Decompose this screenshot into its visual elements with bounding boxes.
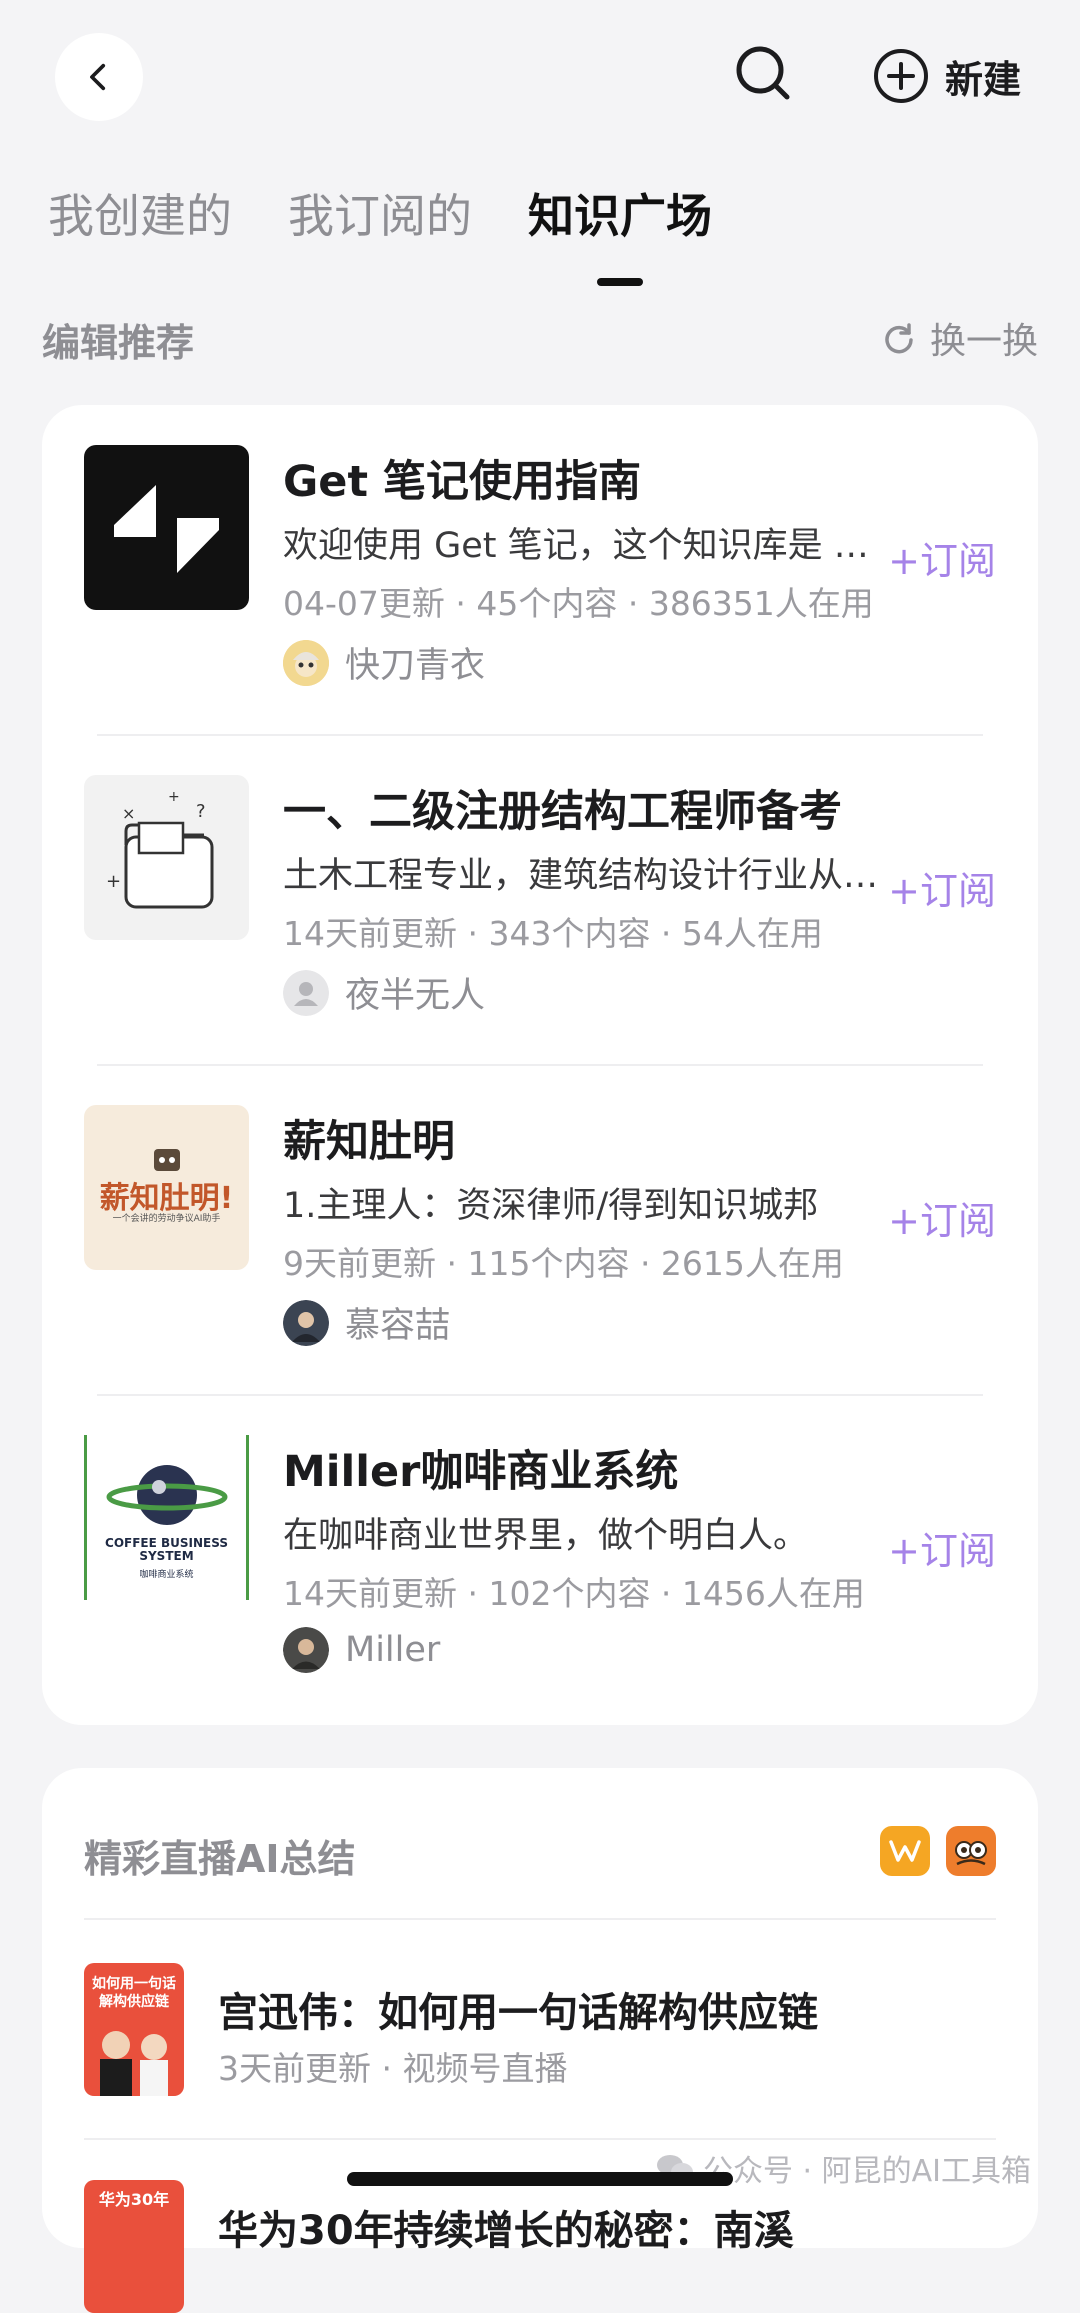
live-app-icons — [864, 1826, 996, 1876]
refresh-label: 换一换 — [929, 321, 1038, 362]
refresh-button[interactable]: 换一换 — [882, 312, 1038, 364]
tab-created[interactable]: 我创建的 — [48, 180, 232, 246]
avatar — [283, 1627, 329, 1673]
author-name: 夜半无人 — [345, 976, 486, 1016]
kb-description: 土木工程专业，建筑结构设计行业从业者 — [283, 856, 883, 896]
svg-text:?: ? — [196, 801, 206, 822]
list-item[interactable]: 薪知肚明! 一个会讲的劳动争议AI助手 薪知肚明 1.主理人：资深律师/得到知识… — [42, 1065, 1038, 1395]
subscribe-button[interactable]: +订阅 — [888, 530, 996, 585]
subscribe-button[interactable]: +订阅 — [888, 860, 996, 915]
watermark-text: 公众号 · 阿昆的AI工具箱 — [703, 2154, 1031, 2189]
search-icon — [736, 46, 790, 100]
thumb-title: 华为30年 — [98, 2190, 170, 2209]
author-name: 快刀青衣 — [345, 646, 486, 686]
thumb-title: COFFEE BUSINESS SYSTEM — [105, 1536, 228, 1563]
recommend-card: Get 笔记使用指南 欢迎使用 Get 笔记，这个知识库是 Get 笔记的使用指… — [42, 405, 1038, 1725]
wave-app-icon[interactable] — [880, 1826, 930, 1876]
kb-meta: 14天前更新 · 343个内容 · 54人在用 — [283, 914, 823, 953]
tab-knowledge-square[interactable]: 知识广场 — [528, 180, 712, 246]
kb-author: Miller — [283, 1627, 440, 1673]
avatar — [283, 639, 329, 686]
tab-bar: 我创建的 我订阅的 知识广场 — [48, 180, 768, 246]
kb-description: 1.主理人：资深律师/得到知识城邦 — [283, 1186, 819, 1226]
live-item-title: 华为30年持续增长的秘密：南溪 — [218, 2208, 794, 2254]
kb-author: 快刀青衣 — [283, 637, 485, 688]
kb-meta: 9天前更新 · 115个内容 · 2615人在用 — [283, 1244, 844, 1283]
kb-author: 慕容喆 — [283, 1297, 450, 1348]
get-logo-icon — [84, 445, 249, 610]
subscribe-button[interactable]: +订阅 — [888, 1520, 996, 1575]
live-item-title: 宫迅伟：如何用一句话解构供应链 — [218, 1990, 818, 2036]
chevron-left-icon — [90, 63, 106, 91]
list-item[interactable]: Get 笔记使用指南 欢迎使用 Get 笔记，这个知识库是 Get 笔记的使用指… — [42, 405, 1038, 735]
search-button[interactable] — [733, 43, 793, 103]
avatar — [283, 969, 329, 1016]
folder-sketch-icon: ? × + + — [84, 775, 249, 940]
kb-title: Miller咖啡商业系统 — [283, 1447, 679, 1497]
tab-subscribed[interactable]: 我订阅的 — [288, 180, 472, 246]
coffee-planet-icon: COFFEE BUSINESS SYSTEM 咖啡商业系统 — [84, 1435, 249, 1600]
avatar — [283, 1299, 329, 1346]
section-title: 编辑推荐 — [42, 321, 195, 365]
kb-description: 欢迎使用 Get 笔记，这个知识库是 Get 笔记的使用指南 — [283, 526, 883, 566]
live-section-title: 精彩直播AI总结 — [84, 1837, 356, 1881]
plus-circle-icon — [874, 49, 928, 103]
kb-author: 夜半无人 — [283, 967, 485, 1018]
divider — [84, 2138, 996, 2140]
list-item[interactable]: ? × + + 一、二级注册结构工程师备考 土木工程专业，建筑结构设计行业从业者… — [42, 735, 1038, 1065]
author-name: 慕容喆 — [345, 1306, 451, 1346]
live-thumbnail: 如何用一句话解构供应链 — [84, 1963, 184, 2096]
live-thumbnail: 华为30年 — [84, 2180, 184, 2313]
thumb-subtitle: 一个会讲的劳动争议AI助手 — [112, 1214, 221, 1224]
kb-meta: 04-07更新 · 45个内容 · 386351人在用 — [283, 584, 874, 623]
svg-text:+: + — [106, 871, 121, 892]
back-button[interactable] — [55, 33, 143, 121]
xinzhi-logo-icon: 薪知肚明! 一个会讲的劳动争议AI助手 — [84, 1105, 249, 1270]
kb-description: 在咖啡商业世界里，做个明白人。 — [283, 1516, 809, 1556]
kb-title: Get 笔记使用指南 — [283, 457, 641, 507]
home-indicator[interactable] — [347, 2172, 733, 2186]
divider — [84, 1918, 996, 1920]
live-item-meta: 3天前更新 · 视频号直播 — [218, 2049, 568, 2088]
thumb-subtitle: 咖啡商业系统 — [139, 1570, 194, 1580]
new-button[interactable]: 新建 — [873, 43, 1021, 109]
svg-text:+: + — [168, 789, 180, 805]
kb-title: 一、二级注册结构工程师备考 — [283, 787, 842, 837]
owl-app-icon[interactable] — [946, 1826, 996, 1876]
author-name: Miller — [345, 1630, 441, 1670]
refresh-icon — [885, 323, 913, 354]
svg-text:×: × — [122, 804, 135, 823]
kb-title: 薪知肚明 — [283, 1117, 455, 1167]
subscribe-button[interactable]: +订阅 — [888, 1190, 996, 1245]
new-button-label: 新建 — [945, 57, 1022, 102]
list-item[interactable]: COFFEE BUSINESS SYSTEM 咖啡商业系统 Miller咖啡商业… — [42, 1395, 1038, 1725]
kb-meta: 14天前更新 · 102个内容 · 1456人在用 — [283, 1574, 865, 1613]
